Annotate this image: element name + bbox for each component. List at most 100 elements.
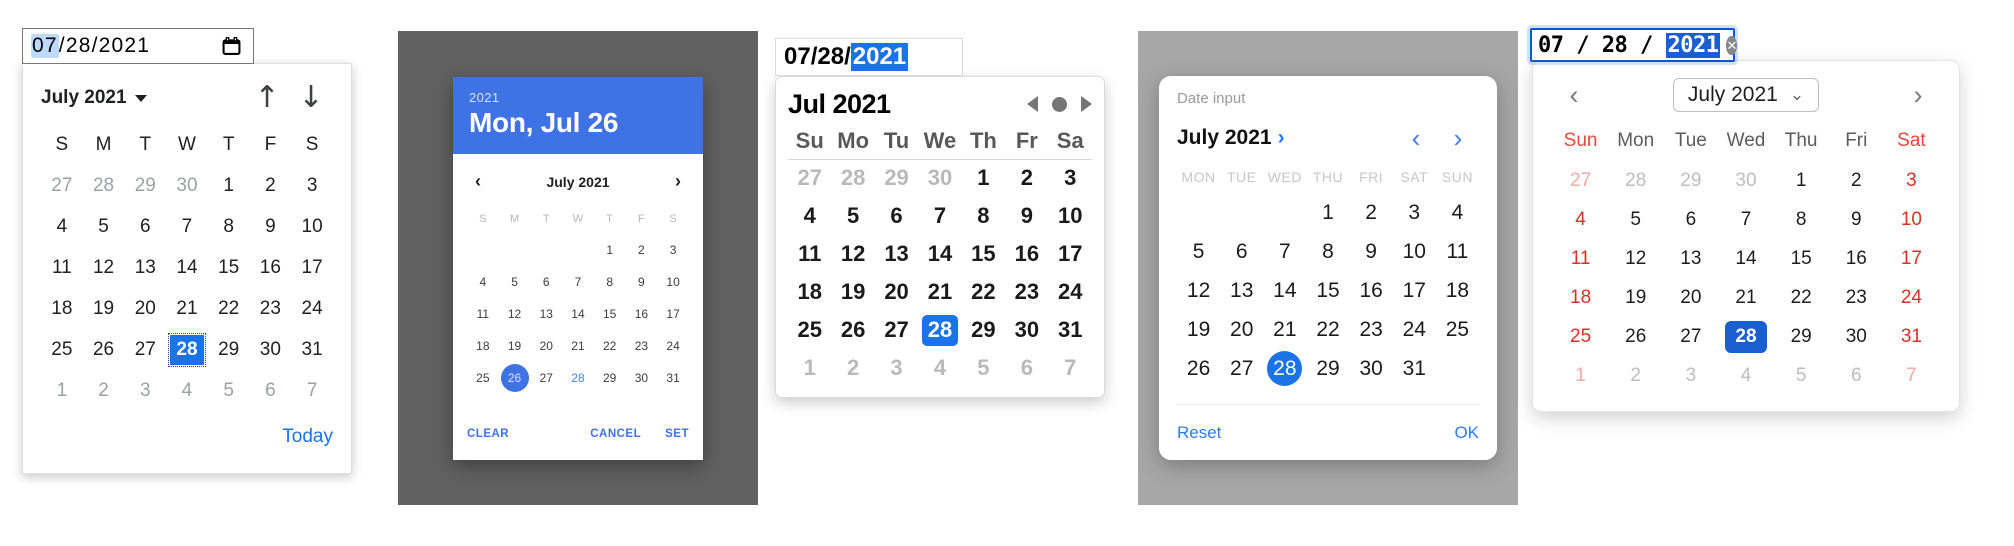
- day-cell[interactable]: 5: [499, 266, 531, 298]
- arrow-up-icon[interactable]: ↑: [245, 83, 289, 113]
- day-cell[interactable]: 29: [1774, 317, 1829, 356]
- day-cell[interactable]: 29: [1663, 161, 1718, 200]
- day-cell[interactable]: 17: [657, 298, 689, 330]
- selected-day[interactable]: 28: [921, 314, 958, 346]
- day-cell[interactable]: 27: [124, 329, 166, 370]
- day-cell[interactable]: 23: [1829, 278, 1884, 317]
- chevron-right-icon[interactable]: ›: [1437, 123, 1479, 154]
- month-segment[interactable]: 07: [31, 34, 59, 58]
- day-cell[interactable]: 21: [166, 288, 208, 329]
- day-cell[interactable]: 20: [124, 288, 166, 329]
- day-cell[interactable]: 30: [166, 165, 208, 206]
- day-cell[interactable]: 28: [831, 159, 874, 197]
- day-cell[interactable]: 28: [918, 311, 961, 349]
- day-cell[interactable]: 3: [875, 349, 918, 387]
- day-cell[interactable]: 4: [1553, 200, 1608, 239]
- day-segment[interactable]: 28: [817, 43, 844, 71]
- calendar-icon[interactable]: [222, 37, 241, 56]
- day-cell[interactable]: 24: [291, 288, 333, 329]
- day-cell[interactable]: 26: [83, 329, 125, 370]
- day-cell[interactable]: 1: [41, 370, 83, 411]
- date-input-field[interactable]: 07/28/2021: [775, 38, 963, 76]
- day-cell[interactable]: 26: [1608, 317, 1663, 356]
- day-cell[interactable]: 13: [1663, 239, 1718, 278]
- day-cell[interactable]: 2: [626, 234, 658, 266]
- day-cell[interactable]: 28: [83, 165, 125, 206]
- day-cell[interactable]: 3: [1884, 161, 1939, 200]
- day-cell[interactable]: 15: [1774, 239, 1829, 278]
- day-cell[interactable]: 27: [41, 165, 83, 206]
- circle-dot-icon[interactable]: [1052, 96, 1067, 112]
- day-cell[interactable]: 16: [250, 247, 292, 288]
- triangle-left-icon[interactable]: [1027, 96, 1038, 112]
- day-cell[interactable]: 25: [1436, 310, 1479, 349]
- month-segment[interactable]: 07: [784, 43, 811, 71]
- triangle-right-icon[interactable]: [1081, 96, 1092, 112]
- day-cell[interactable]: 11: [467, 298, 499, 330]
- day-cell[interactable]: 8: [1306, 232, 1349, 271]
- arrow-down-icon[interactable]: ↓: [289, 83, 333, 113]
- day-cell[interactable]: 30: [1718, 161, 1773, 200]
- day-cell[interactable]: 30: [626, 362, 658, 394]
- day-cell[interactable]: 9: [1350, 232, 1393, 271]
- day-cell[interactable]: 7: [918, 197, 961, 235]
- day-cell[interactable]: 25: [788, 311, 831, 349]
- day-cell[interactable]: 4: [1718, 356, 1773, 395]
- day-cell[interactable]: 5: [831, 197, 874, 235]
- day-cell[interactable]: 27: [1553, 161, 1608, 200]
- day-cell[interactable]: 16: [1350, 271, 1393, 310]
- day-cell[interactable]: 10: [1049, 197, 1092, 235]
- day-cell[interactable]: 4: [1436, 193, 1479, 232]
- day-cell[interactable]: 28: [166, 329, 208, 370]
- ok-button[interactable]: OK: [1454, 423, 1479, 443]
- day-cell[interactable]: 1: [788, 349, 831, 387]
- month-year-label[interactable]: July 2021: [1177, 126, 1272, 150]
- day-cell[interactable]: 29: [1306, 349, 1349, 388]
- day-cell[interactable]: 7: [1884, 356, 1939, 395]
- day-cell[interactable]: 2: [831, 349, 874, 387]
- day-cell[interactable]: 21: [918, 273, 961, 311]
- day-cell[interactable]: 11: [1553, 239, 1608, 278]
- day-cell[interactable]: 28: [1718, 317, 1773, 356]
- day-cell[interactable]: 4: [918, 349, 961, 387]
- day-cell[interactable]: 23: [1005, 273, 1048, 311]
- day-cell[interactable]: 7: [1049, 349, 1092, 387]
- day-cell[interactable]: 6: [124, 206, 166, 247]
- day-cell[interactable]: 3: [291, 165, 333, 206]
- today-button[interactable]: Today: [282, 426, 333, 448]
- day-cell[interactable]: 6: [1663, 200, 1718, 239]
- day-cell[interactable]: 20: [530, 330, 562, 362]
- day-cell[interactable]: 1: [208, 165, 250, 206]
- day-cell[interactable]: 29: [962, 311, 1005, 349]
- chevron-right-icon[interactable]: ›: [1278, 126, 1285, 150]
- day-cell[interactable]: 28: [1263, 349, 1306, 388]
- clear-button[interactable]: CLEAR: [467, 428, 509, 440]
- day-cell[interactable]: 22: [594, 330, 626, 362]
- day-cell[interactable]: 5: [1177, 232, 1220, 271]
- day-cell[interactable]: 4: [41, 206, 83, 247]
- year-segment[interactable]: 2021: [1665, 32, 1721, 58]
- day-cell[interactable]: 6: [530, 266, 562, 298]
- day-cell[interactable]: 21: [1263, 310, 1306, 349]
- day-cell[interactable]: 28: [562, 362, 594, 394]
- day-segment[interactable]: 28: [1602, 33, 1628, 58]
- day-cell[interactable]: 30: [1005, 311, 1048, 349]
- day-cell[interactable]: 2: [1608, 356, 1663, 395]
- day-cell[interactable]: 22: [208, 288, 250, 329]
- day-cell[interactable]: 12: [1608, 239, 1663, 278]
- day-cell[interactable]: 23: [626, 330, 658, 362]
- day-cell[interactable]: 12: [83, 247, 125, 288]
- day-cell[interactable]: 25: [1553, 317, 1608, 356]
- day-cell[interactable]: 24: [1393, 310, 1436, 349]
- day-cell[interactable]: 31: [291, 329, 333, 370]
- date-input-field[interactable]: 07/28/2021: [22, 28, 254, 64]
- month-year-label[interactable]: July 2021: [41, 87, 127, 109]
- day-cell[interactable]: 13: [1220, 271, 1263, 310]
- chevron-down-icon[interactable]: [134, 94, 147, 102]
- day-cell[interactable]: 14: [166, 247, 208, 288]
- day-cell[interactable]: 6: [1005, 349, 1048, 387]
- selected-day[interactable]: 28: [167, 332, 206, 367]
- day-cell[interactable]: 12: [831, 235, 874, 273]
- day-cell[interactable]: 2: [250, 165, 292, 206]
- day-cell[interactable]: 26: [1177, 349, 1220, 388]
